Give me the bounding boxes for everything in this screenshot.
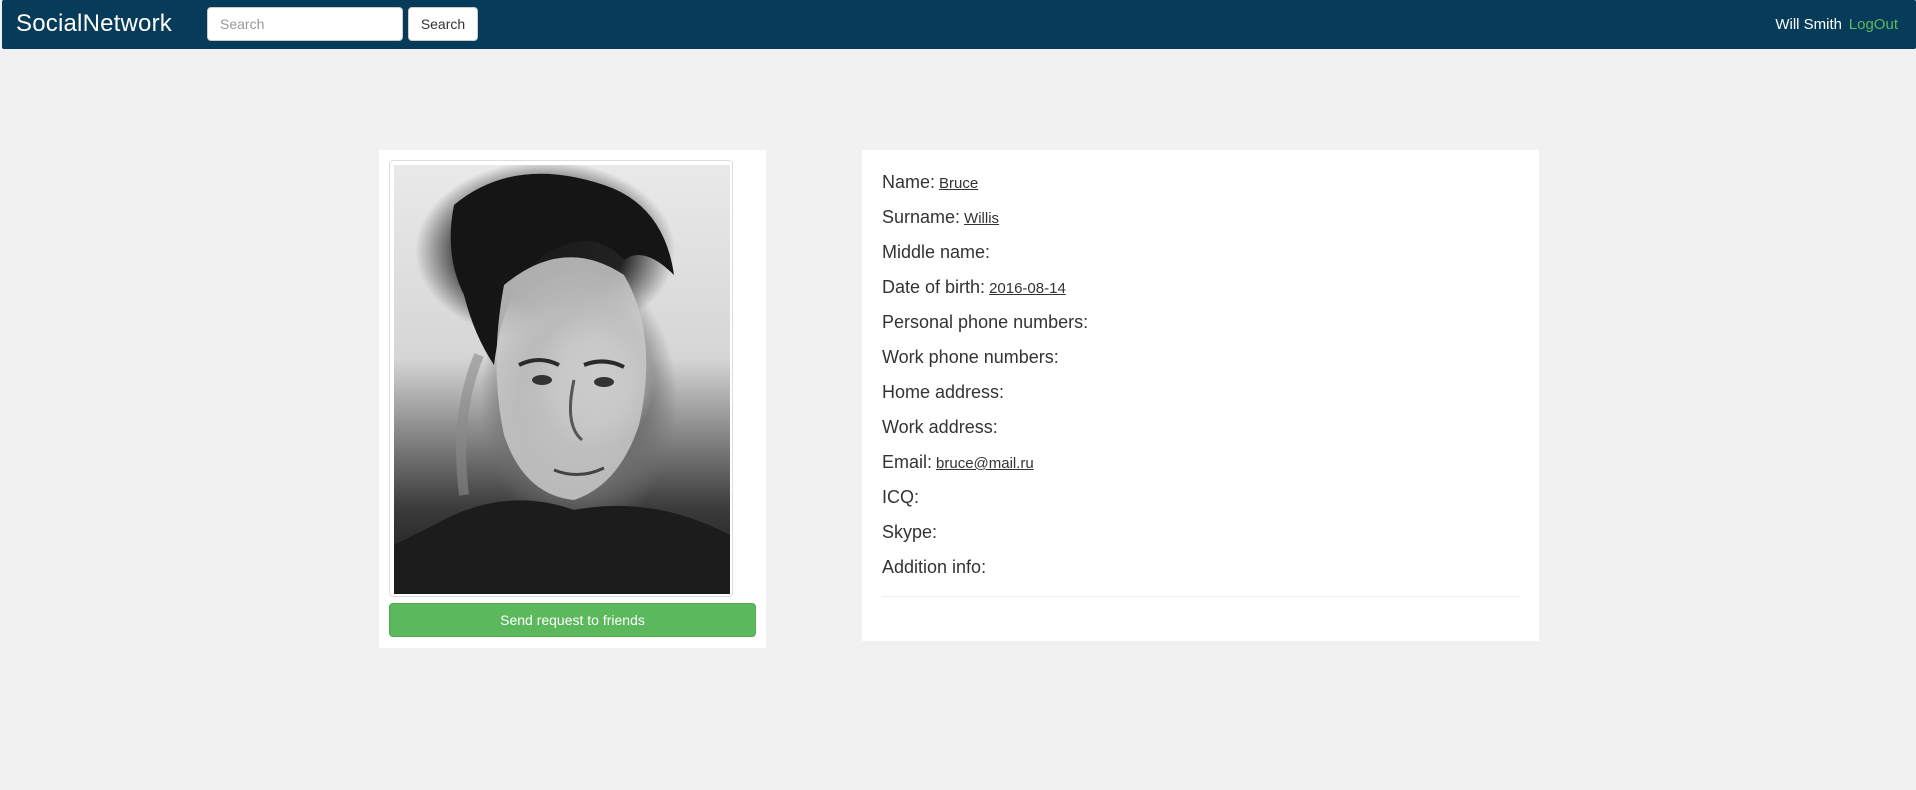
field-addition-info: Addition info: — [882, 555, 1519, 590]
profile-photo — [394, 165, 730, 594]
profile-photo-frame — [389, 160, 733, 597]
logout-link[interactable]: LogOut — [1849, 16, 1898, 33]
field-label: Home address: — [882, 382, 1005, 402]
field-label: Middle name: — [882, 242, 991, 262]
field-personal-phones: Personal phone numbers: — [882, 310, 1519, 345]
field-value-email[interactable]: bruce@mail.ru — [936, 455, 1034, 472]
field-work-phones: Work phone numbers: — [882, 345, 1519, 380]
field-work-address: Work address: — [882, 415, 1519, 450]
field-home-address: Home address: — [882, 380, 1519, 415]
field-label: Date of birth: — [882, 277, 986, 297]
field-label: Addition info: — [882, 557, 987, 577]
field-date-of-birth: Date of birth: 2016-08-14 — [882, 275, 1519, 310]
field-name: Name: Bruce — [882, 170, 1519, 205]
field-label: Name: — [882, 172, 936, 192]
top-navbar: SocialNetwork Search Will Smith LogOut — [2, 0, 1916, 49]
field-value-surname[interactable]: Willis — [964, 210, 999, 227]
field-label: Email: — [882, 452, 933, 472]
search-input[interactable] — [207, 7, 403, 41]
field-label: Personal phone numbers: — [882, 312, 1089, 332]
search-button[interactable]: Search — [408, 7, 478, 41]
send-friend-request-button[interactable]: Send request to friends — [389, 603, 756, 637]
field-email: Email: bruce@mail.ru — [882, 450, 1519, 485]
field-label: Work address: — [882, 417, 998, 437]
field-value-name[interactable]: Bruce — [939, 175, 978, 192]
field-icq: ICQ: — [882, 485, 1519, 520]
profile-info-panel: Name: Bruce Surname: Willis Middle name: D… — [862, 150, 1539, 641]
field-label: Surname: — [882, 207, 961, 227]
field-value-date-of-birth[interactable]: 2016-08-14 — [989, 280, 1066, 297]
field-middle-name: Middle name: — [882, 240, 1519, 275]
brand-logo[interactable]: SocialNetwork — [16, 10, 172, 38]
field-label: ICQ: — [882, 487, 920, 507]
profile-photo-panel: Send request to friends — [379, 150, 766, 648]
info-divider — [882, 596, 1519, 597]
current-user-name[interactable]: Will Smith — [1775, 16, 1842, 33]
field-skype: Skype: — [882, 520, 1519, 555]
field-label: Skype: — [882, 522, 938, 542]
field-surname: Surname: Willis — [882, 205, 1519, 240]
field-label: Work phone numbers: — [882, 347, 1059, 367]
